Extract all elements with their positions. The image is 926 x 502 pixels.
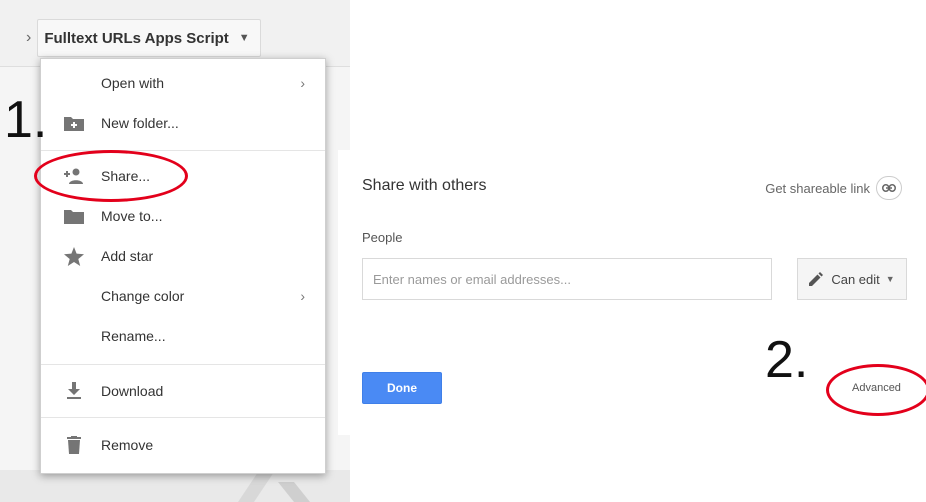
menu-item-label: Remove <box>101 437 154 453</box>
menu-item-label: Open with <box>101 75 165 91</box>
dialog-title: Share with others <box>362 177 487 194</box>
menu-item-new-folder[interactable]: New folder... <box>41 103 325 143</box>
get-shareable-link-button[interactable]: Get shareable link <box>765 176 902 200</box>
context-menu: Open with › New folder... Share... Move … <box>40 58 326 474</box>
menu-item-label: Rename... <box>101 328 166 344</box>
menu-item-label: Download <box>101 383 164 399</box>
menu-divider <box>41 364 325 365</box>
star-icon <box>63 246 85 266</box>
new-folder-icon <box>63 113 85 133</box>
menu-item-label: New folder... <box>101 115 179 131</box>
menu-item-change-color[interactable]: Change color › <box>41 276 325 316</box>
breadcrumb-chevron-icon: › <box>26 29 32 46</box>
annotation-highlight-advanced <box>826 364 926 416</box>
breadcrumb: › Fulltext URLs Apps Script ▼ <box>26 19 261 57</box>
trash-icon <box>63 435 85 455</box>
done-button[interactable]: Done <box>362 372 442 404</box>
people-label: People <box>362 230 403 245</box>
download-icon <box>63 381 85 401</box>
folder-name: Fulltext URLs Apps Script <box>44 29 229 47</box>
menu-item-download[interactable]: Download <box>41 371 325 411</box>
submenu-arrow-icon: › <box>300 288 305 304</box>
annotation-step-2: 2. <box>765 331 809 389</box>
caret-down-icon: ▼ <box>885 274 895 284</box>
pencil-icon <box>809 272 824 286</box>
annotation-step-1: 1. <box>4 91 48 149</box>
menu-item-label: Move to... <box>101 208 163 224</box>
get-link-label: Get shareable link <box>765 180 870 196</box>
annotation-highlight-share <box>34 150 188 202</box>
folder-name-button[interactable]: Fulltext URLs Apps Script ▼ <box>37 19 261 57</box>
submenu-arrow-icon: › <box>300 75 305 91</box>
menu-item-add-star[interactable]: Add star <box>41 236 325 276</box>
menu-divider <box>41 417 325 418</box>
menu-item-rename[interactable]: Rename... <box>41 316 325 356</box>
folder-icon <box>63 206 85 226</box>
menu-item-label: Add star <box>101 248 154 264</box>
menu-item-open-with[interactable]: Open with › <box>41 63 325 103</box>
drive-logo-icon <box>238 472 310 502</box>
caret-down-icon: ▼ <box>238 32 250 44</box>
link-icon <box>876 176 902 200</box>
menu-item-remove[interactable]: Remove <box>41 425 325 465</box>
people-input[interactable] <box>362 258 772 300</box>
permission-label: Can edit <box>831 271 880 287</box>
menu-item-label: Change color <box>101 288 185 304</box>
menu-item-move-to[interactable]: Move to... <box>41 196 325 236</box>
permission-dropdown[interactable]: Can edit ▼ <box>797 258 907 300</box>
